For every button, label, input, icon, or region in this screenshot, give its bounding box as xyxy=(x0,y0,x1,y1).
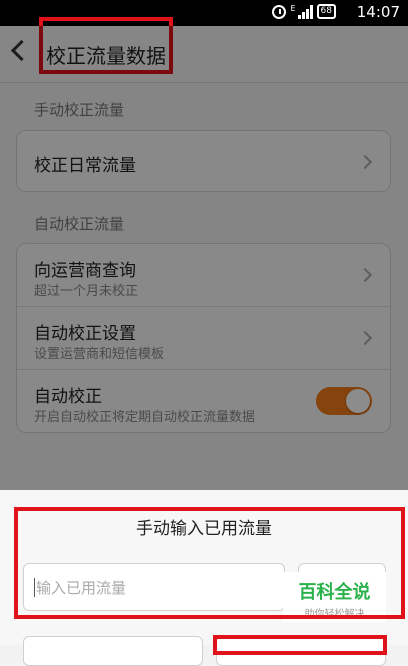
alarm-icon xyxy=(272,4,287,19)
signal-icon xyxy=(297,4,313,19)
highlight-box-confirm xyxy=(213,635,387,655)
battery-icon: 68 xyxy=(316,4,336,19)
cancel-button[interactable] xyxy=(23,636,203,666)
network-type: E xyxy=(290,4,296,13)
status-time: 14:07 xyxy=(356,3,400,21)
status-icons: E 68 xyxy=(272,4,336,19)
dim-overlay[interactable] xyxy=(0,26,408,490)
highlight-box-dialog xyxy=(14,507,405,619)
